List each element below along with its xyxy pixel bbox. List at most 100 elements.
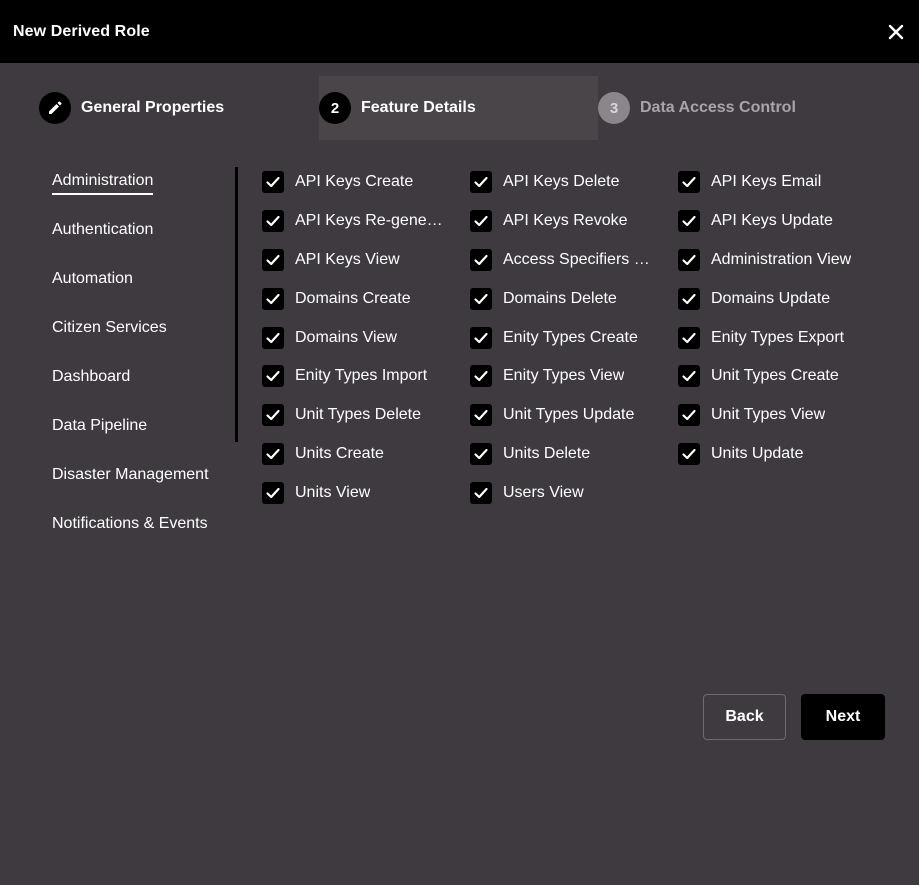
sidebar-item-data-pipeline[interactable]: Data Pipeline (52, 412, 238, 461)
checkbox[interactable] (470, 482, 492, 505)
checkbox[interactable] (470, 443, 492, 466)
sidebar-item-authentication[interactable]: Authentication (52, 216, 238, 265)
checkbox-label: Units View (295, 484, 371, 502)
checkbox[interactable] (262, 443, 284, 466)
close-button[interactable] (887, 23, 905, 41)
checkbox[interactable] (470, 404, 492, 427)
feature-checkbox-item[interactable]: API Keys Create (262, 167, 470, 197)
checkmark-icon (474, 176, 488, 188)
checkbox-label: API Keys Re-generate (295, 211, 447, 229)
step-label: Data Access Control (640, 99, 796, 116)
checkbox[interactable] (262, 248, 284, 271)
checkbox[interactable] (470, 326, 492, 349)
feature-checkbox-item[interactable]: Domains Create (262, 284, 470, 314)
back-button[interactable]: Back (703, 694, 786, 740)
checkbox-label: Unit Types View (711, 406, 826, 424)
feature-category-list: Administration Authentication Automation… (52, 167, 238, 559)
checkbox[interactable] (678, 365, 700, 388)
checkbox[interactable] (678, 404, 700, 427)
feature-checkbox-item[interactable]: Domains View (262, 323, 470, 353)
checkbox[interactable] (678, 209, 700, 232)
dialog-title: New Derived Role (13, 22, 150, 40)
feature-checkbox-item[interactable]: Unit Types View (678, 400, 887, 430)
feature-checkbox-item[interactable]: Unit Types Update (470, 400, 678, 430)
checkbox[interactable] (262, 404, 284, 427)
checkbox[interactable] (678, 171, 700, 193)
feature-checkbox-item[interactable]: API Keys Re-generate (262, 206, 470, 236)
close-icon (888, 24, 904, 39)
checkbox[interactable] (262, 209, 284, 232)
dialog-header: New Derived Role (0, 0, 919, 63)
feature-checkbox-item[interactable]: API Keys Update (678, 206, 887, 236)
feature-checkbox-grid: API Keys Create API Keys Delete API Keys E… (262, 167, 887, 517)
checkbox-label: Access Specifiers View (503, 250, 655, 268)
feature-checkbox-item[interactable]: Enity Types View (470, 361, 678, 391)
checkbox[interactable] (678, 443, 700, 466)
checkbox-label: API Keys Update (711, 211, 833, 229)
sidebar-item-automation[interactable]: Automation (52, 265, 238, 314)
checkbox[interactable] (678, 287, 700, 310)
checkbox[interactable] (678, 326, 700, 349)
feature-checkbox-item[interactable]: Unit Types Create (678, 361, 887, 391)
feature-checkbox-item[interactable]: Units Create (262, 439, 470, 469)
step-2-circle: 2 (319, 92, 351, 124)
checkbox-label: Unit Types Update (503, 406, 635, 424)
checkbox-label: Domains Update (711, 289, 831, 307)
checkbox[interactable] (470, 171, 492, 193)
checkbox[interactable] (262, 171, 284, 193)
feature-checkbox-item[interactable]: Administration View (678, 245, 887, 275)
checkbox[interactable] (470, 209, 492, 232)
feature-checkbox-item[interactable]: Enity Types Export (678, 323, 887, 353)
checkmark-icon (474, 254, 488, 265)
sidebar-item-administration[interactable]: Administration (52, 167, 238, 216)
checkmark-icon (474, 371, 488, 382)
sidebar-item-label: Dashboard (52, 368, 131, 385)
checkbox-label: API Keys Delete (503, 173, 620, 190)
checkbox[interactable] (262, 326, 284, 349)
feature-checkbox-item[interactable]: API Keys Delete (470, 167, 678, 197)
checkmark-icon (682, 371, 696, 382)
feature-checkbox-item[interactable]: API Keys Email (678, 167, 887, 197)
sidebar-item-notifications-events[interactable]: Notifications & Events (52, 510, 238, 559)
checkbox-label: Unit Types Delete (295, 406, 421, 424)
feature-checkbox-item[interactable]: Enity Types Create (470, 323, 678, 353)
step-feature-details[interactable]: 2 Feature Details (319, 76, 598, 140)
feature-checkbox-item[interactable]: Access Specifiers View (470, 245, 678, 275)
checkbox-label: Domains Delete (503, 289, 617, 307)
checkmark-icon (266, 488, 280, 499)
feature-checkbox-item[interactable]: Unit Types Delete (262, 400, 470, 430)
checkbox-label: API Keys Revoke (503, 211, 628, 229)
sidebar-item-dashboard[interactable]: Dashboard (52, 363, 238, 412)
feature-checkbox-item[interactable]: Units Update (678, 439, 887, 469)
checkbox[interactable] (262, 365, 284, 388)
checkbox-label: Enity Types Import (295, 367, 428, 385)
checkbox[interactable] (262, 482, 284, 505)
feature-checkbox-item[interactable]: Enity Types Import (262, 361, 470, 391)
feature-checkbox-item[interactable]: Units Delete (470, 439, 678, 469)
next-button[interactable]: Next (801, 694, 885, 740)
checkbox[interactable] (262, 287, 284, 310)
checkbox-label: Domains Create (295, 289, 411, 307)
feature-checkbox-item[interactable]: Domains Delete (470, 284, 678, 314)
checkbox[interactable] (678, 248, 700, 271)
feature-checkbox-item[interactable]: Users View (470, 478, 678, 508)
checkbox-label: Unit Types Create (711, 367, 839, 385)
checkmark-icon (474, 332, 488, 343)
step-general-properties[interactable]: General Properties (39, 76, 319, 140)
checkbox[interactable] (470, 248, 492, 271)
feature-checkbox-item[interactable]: Domains Update (678, 284, 887, 314)
sidebar-item-label: Data Pipeline (52, 417, 148, 434)
checkmark-icon (266, 176, 280, 188)
checkbox-label: API Keys View (295, 250, 400, 268)
sidebar-item-citizen-services[interactable]: Citizen Services (52, 314, 238, 363)
sidebar-scrollbar[interactable] (235, 167, 238, 442)
checkbox[interactable] (470, 365, 492, 388)
step-data-access-control[interactable]: 3 Data Access Control (598, 76, 878, 140)
checkmark-icon (266, 332, 280, 343)
checkmark-icon (682, 410, 696, 421)
checkbox[interactable] (470, 287, 492, 310)
feature-checkbox-item[interactable]: API Keys Revoke (470, 206, 678, 236)
sidebar-item-disaster-management[interactable]: Disaster Management (52, 461, 238, 510)
feature-checkbox-item[interactable]: API Keys View (262, 245, 470, 275)
feature-checkbox-item[interactable]: Units View (262, 478, 470, 508)
